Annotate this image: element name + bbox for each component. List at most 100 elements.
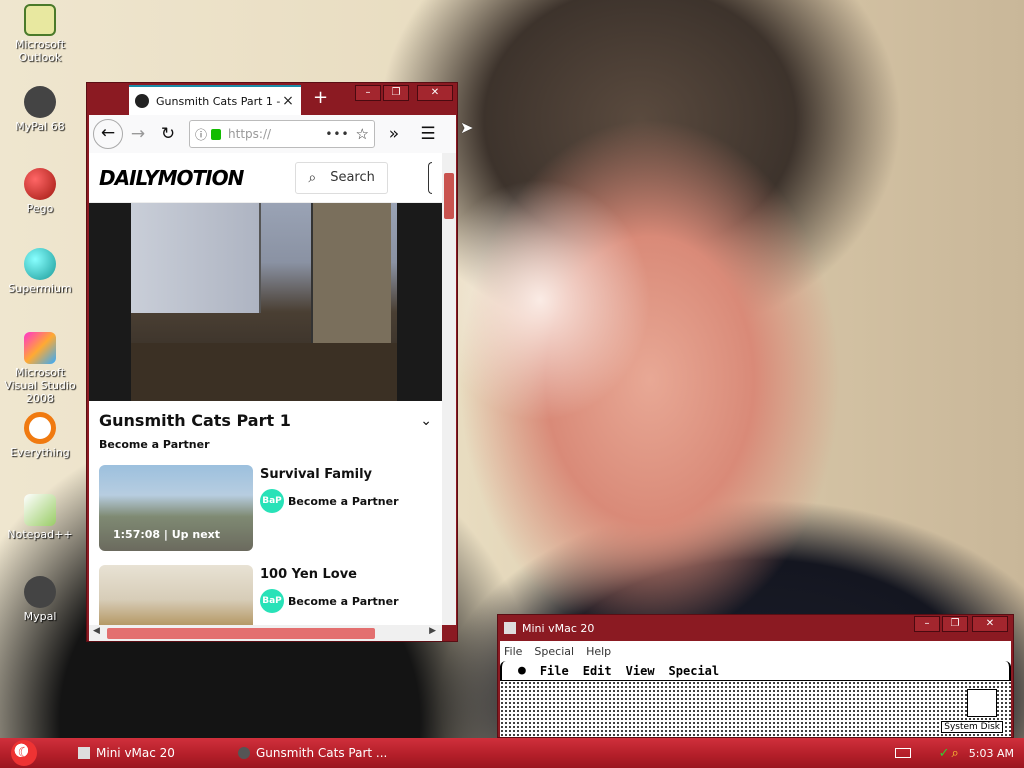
notepadpp-icon	[24, 494, 56, 526]
keyboard-icon[interactable]	[894, 748, 911, 758]
bookmark-star-icon[interactable]: ☆	[356, 125, 369, 143]
scroll-thumb[interactable]	[107, 628, 375, 639]
info-icon[interactable]: ⓘ	[195, 126, 207, 143]
mac-screen: ● File Edit View Special System Disk	[500, 661, 1011, 737]
related-title[interactable]: Survival Family	[260, 467, 399, 482]
nav-bar: ← → ↻ ⓘ https:// ••• ☆ » ☰	[89, 115, 456, 153]
vmac-maximize-button[interactable]: ❐	[942, 616, 968, 632]
site-header: DAILYMOTION ⌕ Search	[89, 153, 442, 203]
expand-chevron-icon[interactable]: ⌄	[420, 413, 432, 429]
floppy-disk-icon[interactable]	[967, 689, 997, 717]
video-title-row: Gunsmith Cats Part 1 ⌄	[89, 401, 442, 430]
desktop-icon-visual-studio[interactable]: Microsoft Visual Studio 2008	[0, 332, 80, 405]
desktop-icon-label: Microsoft Visual Studio 2008	[4, 366, 76, 405]
related-channel[interactable]: BaP Become a Partner	[260, 589, 399, 613]
close-button[interactable]: ✕	[417, 85, 453, 101]
lock-icon	[211, 128, 222, 140]
tab-close-icon[interactable]: ×	[281, 93, 295, 109]
page-actions-icon[interactable]: •••	[325, 127, 349, 141]
back-button[interactable]: ←	[93, 119, 123, 149]
video-scene-desk	[311, 203, 391, 353]
reload-button[interactable]: ↻	[153, 119, 183, 149]
tab-bar: Gunsmith Cats Part 1 - v × + – ❐ ✕	[87, 83, 457, 115]
related-channel[interactable]: BaP Become a Partner	[260, 489, 399, 513]
hamburger-menu-icon[interactable]: ☰	[413, 119, 443, 149]
forward-button[interactable]: →	[123, 119, 153, 149]
disk-label[interactable]: System Disk	[941, 721, 1003, 733]
channel-name: Become a Partner	[288, 594, 399, 608]
visual-studio-icon	[24, 332, 56, 364]
related-title[interactable]: 100 Yen Love	[260, 567, 399, 582]
network-icon[interactable]: ✓	[939, 746, 950, 761]
desktop-icon-mypal[interactable]: Mypal	[0, 576, 80, 623]
duration-badge: 1:57:08 | Up next	[113, 528, 221, 541]
desktop-icon-notepadpp[interactable]: Notepad++	[0, 494, 80, 541]
menu-button[interactable]	[427, 161, 432, 194]
vertical-scrollbar[interactable]	[442, 153, 456, 625]
scroll-left-arrow-icon[interactable]: ◀	[93, 626, 100, 636]
clock[interactable]: 5:03 AM	[969, 747, 1014, 760]
everything-icon	[24, 412, 56, 444]
desktop-icon-label: Everything	[10, 446, 70, 459]
desktop-icon-label: Mypal	[23, 610, 57, 623]
system-tray: ✓ ⌕ 5:03 AM	[894, 738, 1024, 768]
video-player[interactable]	[89, 203, 442, 401]
mac-menu-special[interactable]: Special	[669, 664, 720, 678]
desktop-icon-label: Pego	[26, 202, 54, 215]
dailymotion-favicon-icon	[135, 94, 149, 108]
related-video[interactable]: 100 Yen Love BaP Become a Partner	[89, 565, 442, 625]
start-orb-icon: ☾	[11, 740, 37, 766]
related-info: 100 Yen Love BaP Become a Partner	[253, 565, 399, 625]
related-thumbnail[interactable]	[99, 565, 253, 625]
supermium-icon	[24, 248, 56, 280]
horizontal-scrollbar[interactable]: ◀ ▶	[89, 625, 442, 641]
channel-avatar: BaP	[260, 589, 284, 613]
desktop-icon-label: Supermium	[8, 282, 72, 295]
maximize-button[interactable]: ❐	[383, 85, 409, 101]
minimize-button[interactable]: –	[355, 85, 381, 101]
related-thumbnail[interactable]: 1:57:08 | Up next	[99, 465, 253, 551]
desktop-icon-everything[interactable]: Everything	[0, 412, 80, 459]
mypal-icon	[24, 576, 56, 608]
desktop-icon-supermium[interactable]: Supermium	[0, 248, 80, 295]
new-tab-button[interactable]: +	[313, 87, 328, 108]
search-tray-icon[interactable]: ⌕	[952, 746, 959, 761]
taskbar-item-label: Mini vMac 20	[96, 746, 175, 760]
scroll-thumb[interactable]	[444, 173, 454, 219]
vmac-close-button[interactable]: ✕	[972, 616, 1008, 632]
vmac-minimize-button[interactable]: –	[914, 616, 940, 632]
desktop-icon-outlook[interactable]: Microsoft Outlook	[0, 4, 80, 64]
mini-vmac-window: Mini vMac 20 – ❐ ✕ File Special Help ● F…	[497, 614, 1014, 738]
taskbar-item-label: Gunsmith Cats Part ...	[256, 746, 388, 760]
taskbar-item-browser[interactable]: Gunsmith Cats Part ...	[228, 738, 397, 768]
search-label: Search	[330, 170, 375, 185]
desktop-icon-pego[interactable]: Pego	[0, 168, 80, 215]
taskbar-item-vmac[interactable]: Mini vMac 20	[68, 738, 228, 768]
vmac-title: Mini vMac 20	[522, 621, 595, 635]
mac-menu-view[interactable]: View	[626, 664, 655, 678]
taskbar: ☾ Mini vMac 20 Gunsmith Cats Part ... ✓ …	[0, 738, 1024, 768]
video-channel[interactable]: Become a Partner	[89, 430, 442, 451]
vmac-app-icon	[504, 622, 516, 634]
url-bar[interactable]: ⓘ https:// ••• ☆	[189, 120, 375, 148]
mac-menu-file[interactable]: File	[540, 664, 569, 678]
apple-menu-icon[interactable]: ●	[518, 663, 526, 678]
url-text[interactable]: https://	[228, 127, 325, 141]
vmac-menu-file[interactable]: File	[504, 645, 522, 658]
channel-avatar: BaP	[260, 489, 284, 513]
dailymotion-logo[interactable]: DAILYMOTION	[99, 166, 244, 190]
desktop-icon-mypal68[interactable]: MyPal 68	[0, 86, 80, 133]
mac-desktop: System Disk	[500, 681, 1011, 737]
tab-dailymotion[interactable]: Gunsmith Cats Part 1 - v ×	[129, 85, 301, 115]
outlook-icon	[24, 4, 56, 36]
overflow-chevron-icon[interactable]: »	[379, 119, 409, 149]
search-button[interactable]: ⌕ Search	[295, 161, 388, 194]
scroll-right-arrow-icon[interactable]: ▶	[429, 626, 436, 636]
start-button[interactable]: ☾	[0, 738, 48, 768]
video-frame	[131, 203, 397, 401]
vmac-menu-help[interactable]: Help	[586, 645, 611, 658]
related-video[interactable]: 1:57:08 | Up next Survival Family BaP Be…	[89, 465, 442, 551]
vmac-menu-special[interactable]: Special	[534, 645, 574, 658]
mac-menu-edit[interactable]: Edit	[583, 664, 612, 678]
vmac-menu-bar: File Special Help	[500, 641, 1011, 661]
